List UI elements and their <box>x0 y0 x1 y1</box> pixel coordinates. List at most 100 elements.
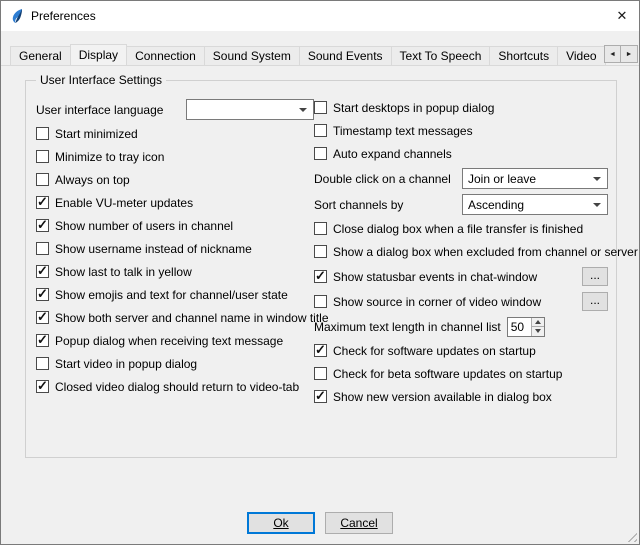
checkbox-row[interactable]: Show both server and channel name in win… <box>36 309 314 326</box>
checkbox-label: Show last to talk in yellow <box>55 265 192 279</box>
double-click-select[interactable]: Join or leave <box>462 168 608 189</box>
checkbox-row[interactable]: Auto expand channels <box>314 145 608 162</box>
statusbar-events-checkbox[interactable] <box>314 270 327 283</box>
auto-expand-channels-checkbox[interactable] <box>314 147 327 160</box>
checkbox-row[interactable]: Show new version available in dialog box <box>314 388 608 405</box>
new-version-dialog-checkbox[interactable] <box>314 390 327 403</box>
spin-down-icon[interactable] <box>531 326 544 336</box>
start-minimized-checkbox[interactable] <box>36 127 49 140</box>
checkbox-label: Show both server and channel name in win… <box>55 311 329 325</box>
checkbox-label: Check for beta software updates on start… <box>333 367 562 381</box>
checkbox-label: Show number of users in channel <box>55 219 233 233</box>
close-icon[interactable]: ✕ <box>605 1 639 31</box>
checkbox-row[interactable]: Check for software updates on startup <box>314 342 608 359</box>
checkbox-row[interactable]: Start desktops in popup dialog <box>314 99 608 116</box>
close-filetransfer-checkbox[interactable] <box>314 222 327 235</box>
tab-bar: General Display Connection Sound System … <box>1 43 639 66</box>
checkbox-label: Auto expand channels <box>333 147 452 161</box>
checkbox-label: Start minimized <box>55 127 138 141</box>
language-label: User interface language <box>36 103 163 117</box>
tab-scroll-right-icon[interactable]: ► <box>621 45 638 63</box>
checkbox-label: Popup dialog when receiving text message <box>55 334 283 348</box>
popup-text-message-checkbox[interactable] <box>36 334 49 347</box>
tab-video[interactable]: Video <box>557 46 605 65</box>
max-text-length-stepper[interactable]: 50 <box>507 317 545 337</box>
tab-display[interactable]: Display <box>70 44 127 66</box>
statusbar-events-browse-button[interactable]: ... <box>582 267 608 286</box>
checkbox-row[interactable]: Closed video dialog should return to vid… <box>36 378 314 395</box>
tab-general[interactable]: General <box>10 46 71 65</box>
group-title: User Interface Settings <box>36 73 166 87</box>
software-updates-checkbox[interactable] <box>314 344 327 357</box>
max-text-length-label: Maximum text length in channel list <box>314 320 501 334</box>
checkbox-label: Check for software updates on startup <box>333 344 536 358</box>
checkbox-row[interactable]: Popup dialog when receiving text message <box>36 332 314 349</box>
vu-meter-checkbox[interactable] <box>36 196 49 209</box>
last-to-talk-checkbox[interactable] <box>36 265 49 278</box>
sort-channels-select[interactable]: Ascending <box>462 194 608 215</box>
checkbox-row[interactable]: Check for beta software updates on start… <box>314 365 608 382</box>
checkbox-row[interactable]: Show emojis and text for channel/user st… <box>36 286 314 303</box>
checkbox-row[interactable]: Timestamp text messages <box>314 122 608 139</box>
checkbox-row[interactable]: Close dialog box when a file transfer is… <box>314 220 608 237</box>
timestamp-messages-checkbox[interactable] <box>314 124 327 137</box>
preferences-window: Preferences ✕ General Display Connection… <box>0 0 640 545</box>
checkbox-label: Timestamp text messages <box>333 124 473 138</box>
checkbox-row[interactable]: Start minimized <box>36 125 314 142</box>
tab-text-to-speech[interactable]: Text To Speech <box>391 46 491 65</box>
video-source-browse-button[interactable]: ... <box>582 292 608 311</box>
show-emojis-checkbox[interactable] <box>36 288 49 301</box>
checkbox-label: Show statusbar events in chat-window <box>333 270 537 284</box>
checkbox-row[interactable]: Always on top <box>36 171 314 188</box>
checkbox-row[interactable]: Enable VU-meter updates <box>36 194 314 211</box>
checkbox-row[interactable]: Show username instead of nickname <box>36 240 314 257</box>
checkbox-label: Show source in corner of video window <box>333 295 541 309</box>
checkbox-label: Show a dialog box when excluded from cha… <box>333 245 638 259</box>
tab-scroll-left-icon[interactable]: ◄ <box>604 45 621 63</box>
language-row: User interface language <box>36 99 314 120</box>
spinner-arrows <box>531 318 544 336</box>
language-select[interactable] <box>186 99 314 120</box>
sort-channels-label: Sort channels by <box>314 198 403 212</box>
sort-channels-row: Sort channels by Ascending <box>314 194 608 215</box>
window-title-checkbox[interactable] <box>36 311 49 324</box>
checkbox-row[interactable]: Start video in popup dialog <box>36 355 314 372</box>
show-user-count-checkbox[interactable] <box>36 219 49 232</box>
titlebar: Preferences ✕ <box>1 1 639 31</box>
video-popup-checkbox[interactable] <box>36 357 49 370</box>
tab-shortcuts[interactable]: Shortcuts <box>489 46 558 65</box>
checkbox-label: Start video in popup dialog <box>55 357 197 371</box>
statusbar-events-row: Show statusbar events in chat-window ... <box>314 266 608 287</box>
beta-updates-checkbox[interactable] <box>314 367 327 380</box>
max-text-length-value: 50 <box>508 318 531 336</box>
double-click-label: Double click on a channel <box>314 172 451 186</box>
checkbox-label: Always on top <box>55 173 130 187</box>
checkbox-row[interactable]: Show number of users in channel <box>36 217 314 234</box>
checkbox-row[interactable]: Minimize to tray icon <box>36 148 314 165</box>
video-return-tab-checkbox[interactable] <box>36 380 49 393</box>
desktops-popup-checkbox[interactable] <box>314 101 327 114</box>
checkbox-label: Start desktops in popup dialog <box>333 101 494 115</box>
tab-sound-events[interactable]: Sound Events <box>299 46 392 65</box>
tab-sound-system[interactable]: Sound System <box>204 46 300 65</box>
checkbox-label: Minimize to tray icon <box>55 150 164 164</box>
video-source-row: Show source in corner of video window ..… <box>314 291 608 312</box>
video-source-checkbox[interactable] <box>314 295 327 308</box>
ok-button[interactable]: Ok <box>247 512 315 534</box>
tab-connection[interactable]: Connection <box>126 46 205 65</box>
checkbox-row[interactable]: Show last to talk in yellow <box>36 263 314 280</box>
minimize-to-tray-checkbox[interactable] <box>36 150 49 163</box>
checkbox-row[interactable]: Show a dialog box when excluded from cha… <box>314 243 608 260</box>
excluded-dialog-checkbox[interactable] <box>314 245 327 258</box>
tab-scroll-buttons: ◄ ► <box>604 45 638 63</box>
checkbox-label: Show username instead of nickname <box>55 242 252 256</box>
spin-up-icon[interactable] <box>531 318 544 327</box>
chevron-down-icon <box>593 203 601 207</box>
always-on-top-checkbox[interactable] <box>36 173 49 186</box>
checkbox-label: Show emojis and text for channel/user st… <box>55 288 288 302</box>
show-username-checkbox[interactable] <box>36 242 49 255</box>
settings-columns: User interface language Start minimized … <box>26 81 616 411</box>
checkbox-label: Show new version available in dialog box <box>333 390 552 404</box>
sort-channels-value: Ascending <box>468 198 542 212</box>
cancel-button[interactable]: Cancel <box>325 512 393 534</box>
